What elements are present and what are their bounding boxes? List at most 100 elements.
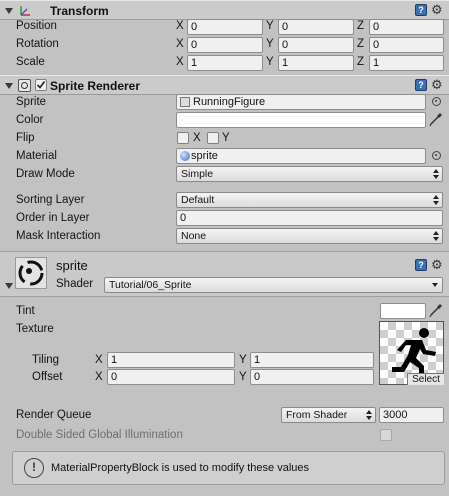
eyedropper-icon[interactable] xyxy=(429,112,443,127)
sprite-renderer-header[interactable]: Sprite Renderer ? ⚙ xyxy=(0,75,449,95)
sprite-renderer-foldout-arrow[interactable] xyxy=(5,83,13,89)
texture-label: Texture xyxy=(16,323,54,335)
tint-label: Tint xyxy=(16,305,35,317)
scale-y-axis-label: Y xyxy=(266,56,274,68)
double-sided-gi-label: Double Sided Global Illumination xyxy=(16,429,183,441)
sprite-asset-icon xyxy=(180,97,190,107)
shader-dropdown[interactable]: Tutorial/06_Sprite xyxy=(104,277,443,293)
texture-select-label: Select xyxy=(412,374,440,385)
material-foldout-arrow[interactable] xyxy=(5,283,13,289)
flip-label: Flip xyxy=(16,132,35,144)
transform-foldout-arrow[interactable] xyxy=(5,8,13,14)
material-object-picker-icon[interactable] xyxy=(432,151,441,160)
scale-z-axis-label: Z xyxy=(357,56,365,68)
rotation-z-field[interactable]: 0 xyxy=(369,37,444,53)
sorting-layer-label: Sorting Layer xyxy=(16,194,85,206)
help-icon[interactable]: ? xyxy=(415,4,427,16)
material-value: sprite xyxy=(191,150,218,162)
rotation-y-field[interactable]: 0 xyxy=(278,37,354,53)
offset-x-field[interactable]: 0 xyxy=(107,369,235,385)
color-label: Color xyxy=(16,114,44,126)
sprite-object-picker-icon[interactable] xyxy=(432,97,441,106)
updown-arrows-icon xyxy=(366,409,372,421)
flip-y-label: Y xyxy=(222,132,230,144)
material-label: Material xyxy=(16,150,57,162)
scale-y-field[interactable]: 1 xyxy=(278,55,354,71)
sprite-renderer-enabled-checkbox[interactable] xyxy=(35,79,47,91)
position-z-field[interactable]: 0 xyxy=(369,19,444,35)
info-icon-glyph: ! xyxy=(32,460,36,474)
info-icon: ! xyxy=(24,458,44,478)
scale-x-field[interactable]: 1 xyxy=(187,55,263,71)
position-x-field[interactable]: 0 xyxy=(187,19,263,35)
position-x-axis-label: X xyxy=(176,20,184,32)
sprite-renderer-component-icon xyxy=(18,79,31,92)
sprite-renderer-title: Sprite Renderer xyxy=(50,79,141,93)
color-field[interactable] xyxy=(176,112,426,128)
updown-arrows-icon xyxy=(433,230,439,242)
rotation-x-field[interactable]: 0 xyxy=(187,37,263,53)
draw-mode-value: Simple xyxy=(181,168,214,180)
draw-mode-dropdown[interactable]: Simple xyxy=(176,166,443,182)
render-queue-label: Render Queue xyxy=(16,409,92,421)
draw-mode-label: Draw Mode xyxy=(16,168,75,180)
position-z-axis-label: Z xyxy=(357,20,365,32)
mask-interaction-value: None xyxy=(181,230,207,242)
render-queue-value-field[interactable]: 3000 xyxy=(379,407,444,423)
position-label: Position xyxy=(16,20,57,32)
chevron-down-icon xyxy=(432,283,438,287)
offset-y-axis-label: Y xyxy=(239,371,247,383)
material-name: sprite xyxy=(56,258,88,273)
flip-y-checkbox[interactable] xyxy=(207,132,219,144)
transform-icon xyxy=(18,4,32,17)
transform-header[interactable]: Transform ? ⚙ xyxy=(0,0,449,20)
double-sided-gi-checkbox xyxy=(380,429,392,441)
offset-y-field[interactable]: 0 xyxy=(250,369,374,385)
flip-x-label: X xyxy=(193,132,201,144)
sorting-layer-value: Default xyxy=(181,194,215,206)
tiling-y-axis-label: Y xyxy=(239,354,247,366)
material-preview-thumbnail xyxy=(15,257,47,289)
gear-icon[interactable]: ⚙ xyxy=(431,78,443,91)
info-help-box: ! MaterialPropertyBlock is used to modif… xyxy=(12,451,445,485)
gear-icon[interactable]: ⚙ xyxy=(431,3,443,16)
scale-z-field[interactable]: 1 xyxy=(369,55,444,71)
sprite-value: RunningFigure xyxy=(193,96,266,108)
help-icon[interactable]: ? xyxy=(415,259,427,271)
flip-x-checkbox[interactable] xyxy=(177,132,189,144)
position-y-field[interactable]: 0 xyxy=(278,19,354,35)
tint-color-field[interactable] xyxy=(380,303,426,319)
order-in-layer-label: Order in Layer xyxy=(16,212,90,224)
tiling-x-axis-label: X xyxy=(95,354,103,366)
mask-interaction-label: Mask Interaction xyxy=(16,230,101,242)
texture-slot[interactable]: Select xyxy=(379,321,444,385)
material-object-field[interactable]: sprite xyxy=(176,148,426,164)
rotation-y-axis-label: Y xyxy=(266,38,274,50)
sprite-label: Sprite xyxy=(16,96,47,108)
eyedropper-icon[interactable] xyxy=(429,303,443,318)
material-header-separator xyxy=(0,296,449,297)
mask-interaction-dropdown[interactable]: None xyxy=(176,228,443,244)
sorting-layer-dropdown[interactable]: Default xyxy=(176,192,443,208)
tiling-y-field[interactable]: 1 xyxy=(250,352,374,368)
material-sphere-icon xyxy=(180,151,190,161)
transform-title: Transform xyxy=(50,4,109,18)
help-box-message: MaterialPropertyBlock is used to modify … xyxy=(51,462,310,474)
updown-arrows-icon xyxy=(433,168,439,180)
shader-value: Tutorial/06_Sprite xyxy=(109,279,192,291)
render-queue-mode-value: From Shader xyxy=(286,409,348,421)
shader-label: Shader xyxy=(56,278,94,290)
gear-icon[interactable]: ⚙ xyxy=(431,258,443,271)
scale-label: Scale xyxy=(16,56,45,68)
help-icon[interactable]: ? xyxy=(415,79,427,91)
render-queue-mode-dropdown[interactable]: From Shader xyxy=(281,407,376,423)
texture-select-button[interactable]: Select xyxy=(407,373,444,385)
offset-label: Offset xyxy=(32,371,63,383)
position-y-axis-label: Y xyxy=(266,20,274,32)
scale-x-axis-label: X xyxy=(176,56,184,68)
tiling-x-field[interactable]: 1 xyxy=(107,352,235,368)
sprite-object-field[interactable]: RunningFigure xyxy=(176,94,426,110)
rotation-z-axis-label: Z xyxy=(357,38,365,50)
updown-arrows-icon xyxy=(433,194,439,206)
order-in-layer-field[interactable]: 0 xyxy=(176,210,443,226)
